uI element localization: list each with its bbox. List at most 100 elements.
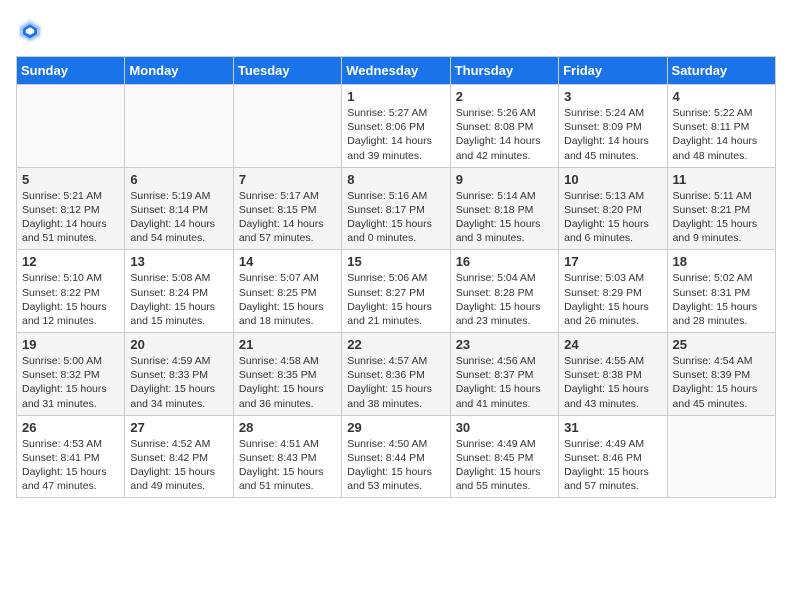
day-number: 28	[239, 420, 336, 435]
day-info: Sunrise: 5:14 AM Sunset: 8:18 PM Dayligh…	[456, 189, 553, 246]
header-saturday: Saturday	[667, 57, 775, 85]
day-info: Sunrise: 4:57 AM Sunset: 8:36 PM Dayligh…	[347, 354, 444, 411]
calendar-cell: 17Sunrise: 5:03 AM Sunset: 8:29 PM Dayli…	[559, 250, 667, 333]
day-number: 2	[456, 89, 553, 104]
day-number: 25	[673, 337, 770, 352]
day-info: Sunrise: 5:13 AM Sunset: 8:20 PM Dayligh…	[564, 189, 661, 246]
calendar-cell: 26 Sunrise: 4:53 AM Sunset: 8:41 PM Dayli…	[17, 415, 125, 498]
day-number: 17	[564, 254, 661, 269]
day-number: 10	[564, 172, 661, 187]
day-number: 19	[22, 337, 119, 352]
logo	[16, 16, 48, 44]
day-info: Sunrise: 5:26 AM Sunset: 8:08 PM Dayligh…	[456, 106, 553, 163]
calendar-cell: 28 Sunrise: 4:51 AM Sunset: 8:43 PM Dayli…	[233, 415, 341, 498]
day-info: Sunrise: 4:59 AM Sunset: 8:33 PM Dayligh…	[130, 354, 227, 411]
day-info: Sunrise: 4:49 AM Sunset: 8:45 PM Dayligh…	[456, 437, 553, 494]
calendar-cell: 29 Sunrise: 4:50 AM Sunset: 8:44 PM Dayli…	[342, 415, 450, 498]
calendar-cell: 9 Sunrise: 5:14 AM Sunset: 8:18 PM Daylig…	[450, 167, 558, 250]
calendar-cell: 3 Sunrise: 5:24 AM Sunset: 8:09 PM Daylig…	[559, 85, 667, 168]
day-info: Sunrise: 4:50 AM Sunset: 8:44 PM Dayligh…	[347, 437, 444, 494]
calendar-cell: 22 Sunrise: 4:57 AM Sunset: 8:36 PM Dayli…	[342, 333, 450, 416]
day-number: 24	[564, 337, 661, 352]
day-number: 21	[239, 337, 336, 352]
day-info: Sunrise: 5:00 AM Sunset: 8:32 PM Dayligh…	[22, 354, 119, 411]
calendar-cell: 24Sunrise: 4:55 AM Sunset: 8:38 PM Dayli…	[559, 333, 667, 416]
day-info: Sunrise: 4:52 AM Sunset: 8:42 PM Dayligh…	[130, 437, 227, 494]
day-info: Sunrise: 5:04 AM Sunset: 8:28 PM Dayligh…	[456, 271, 553, 328]
day-info: Sunrise: 4:49 AM Sunset: 8:46 PM Dayligh…	[564, 437, 661, 494]
day-number: 7	[239, 172, 336, 187]
calendar-cell: 27 Sunrise: 4:52 AM Sunset: 8:42 PM Dayli…	[125, 415, 233, 498]
day-number: 26	[22, 420, 119, 435]
day-number: 4	[673, 89, 770, 104]
day-number: 29	[347, 420, 444, 435]
calendar-cell: 6 Sunrise: 5:19 AM Sunset: 8:14 PM Daylig…	[125, 167, 233, 250]
calendar-body: 1 Sunrise: 5:27 AM Sunset: 8:06 PM Daylig…	[17, 85, 776, 498]
calendar-cell: 7Sunrise: 5:17 AM Sunset: 8:15 PM Daylig…	[233, 167, 341, 250]
calendar-cell: 13Sunrise: 5:08 AM Sunset: 8:24 PM Dayli…	[125, 250, 233, 333]
day-number: 9	[456, 172, 553, 187]
day-number: 1	[347, 89, 444, 104]
day-number: 15	[347, 254, 444, 269]
day-number: 14	[239, 254, 336, 269]
day-info: Sunrise: 4:51 AM Sunset: 8:43 PM Dayligh…	[239, 437, 336, 494]
day-info: Sunrise: 5:22 AM Sunset: 8:11 PM Dayligh…	[673, 106, 770, 163]
day-number: 18	[673, 254, 770, 269]
calendar-cell: 11Sunrise: 5:11 AM Sunset: 8:21 PM Dayli…	[667, 167, 775, 250]
calendar-cell: 21 Sunrise: 4:58 AM Sunset: 8:35 PM Dayli…	[233, 333, 341, 416]
day-info: Sunrise: 5:27 AM Sunset: 8:06 PM Dayligh…	[347, 106, 444, 163]
header-friday: Friday	[559, 57, 667, 85]
calendar-cell: 1 Sunrise: 5:27 AM Sunset: 8:06 PM Daylig…	[342, 85, 450, 168]
calendar-cell: 16 Sunrise: 5:04 AM Sunset: 8:28 PM Dayli…	[450, 250, 558, 333]
calendar-table: SundayMondayTuesdayWednesdayThursdayFrid…	[16, 56, 776, 498]
calendar-cell: 14 Sunrise: 5:07 AM Sunset: 8:25 PM Dayli…	[233, 250, 341, 333]
calendar-cell: 10 Sunrise: 5:13 AM Sunset: 8:20 PM Dayli…	[559, 167, 667, 250]
day-info: Sunrise: 5:21 AM Sunset: 8:12 PM Dayligh…	[22, 189, 119, 246]
calendar-cell	[17, 85, 125, 168]
day-number: 13	[130, 254, 227, 269]
day-info: Sunrise: 5:02 AM Sunset: 8:31 PM Dayligh…	[673, 271, 770, 328]
day-number: 8	[347, 172, 444, 187]
day-number: 31	[564, 420, 661, 435]
header-monday: Monday	[125, 57, 233, 85]
day-number: 22	[347, 337, 444, 352]
day-info: Sunrise: 5:19 AM Sunset: 8:14 PM Dayligh…	[130, 189, 227, 246]
header-sunday: Sunday	[17, 57, 125, 85]
day-info: Sunrise: 4:53 AM Sunset: 8:41 PM Dayligh…	[22, 437, 119, 494]
day-number: 20	[130, 337, 227, 352]
day-info: Sunrise: 5:24 AM Sunset: 8:09 PM Dayligh…	[564, 106, 661, 163]
day-number: 5	[22, 172, 119, 187]
calendar-cell: 4 Sunrise: 5:22 AM Sunset: 8:11 PM Daylig…	[667, 85, 775, 168]
header-wednesday: Wednesday	[342, 57, 450, 85]
calendar-header-row: SundayMondayTuesdayWednesdayThursdayFrid…	[17, 57, 776, 85]
calendar-cell	[667, 415, 775, 498]
calendar-cell	[125, 85, 233, 168]
logo-icon	[16, 16, 44, 44]
header-tuesday: Tuesday	[233, 57, 341, 85]
day-number: 3	[564, 89, 661, 104]
day-info: Sunrise: 5:11 AM Sunset: 8:21 PM Dayligh…	[673, 189, 770, 246]
day-info: Sunrise: 5:07 AM Sunset: 8:25 PM Dayligh…	[239, 271, 336, 328]
calendar-cell: 19 Sunrise: 5:00 AM Sunset: 8:32 PM Dayli…	[17, 333, 125, 416]
day-info: Sunrise: 5:16 AM Sunset: 8:17 PM Dayligh…	[347, 189, 444, 246]
day-info: Sunrise: 4:58 AM Sunset: 8:35 PM Dayligh…	[239, 354, 336, 411]
day-info: Sunrise: 4:54 AM Sunset: 8:39 PM Dayligh…	[673, 354, 770, 411]
calendar-cell: 18 Sunrise: 5:02 AM Sunset: 8:31 PM Dayli…	[667, 250, 775, 333]
calendar-cell: 30Sunrise: 4:49 AM Sunset: 8:45 PM Dayli…	[450, 415, 558, 498]
calendar-cell: 5 Sunrise: 5:21 AM Sunset: 8:12 PM Daylig…	[17, 167, 125, 250]
week-row-5: 26 Sunrise: 4:53 AM Sunset: 8:41 PM Dayli…	[17, 415, 776, 498]
header-thursday: Thursday	[450, 57, 558, 85]
calendar-cell: 15 Sunrise: 5:06 AM Sunset: 8:27 PM Dayli…	[342, 250, 450, 333]
calendar-cell: 20 Sunrise: 4:59 AM Sunset: 8:33 PM Dayli…	[125, 333, 233, 416]
day-info: Sunrise: 4:56 AM Sunset: 8:37 PM Dayligh…	[456, 354, 553, 411]
week-row-2: 5 Sunrise: 5:21 AM Sunset: 8:12 PM Daylig…	[17, 167, 776, 250]
day-number: 16	[456, 254, 553, 269]
day-info: Sunrise: 5:06 AM Sunset: 8:27 PM Dayligh…	[347, 271, 444, 328]
day-number: 23	[456, 337, 553, 352]
day-number: 6	[130, 172, 227, 187]
calendar-cell: 8 Sunrise: 5:16 AM Sunset: 8:17 PM Daylig…	[342, 167, 450, 250]
calendar-cell: 12Sunrise: 5:10 AM Sunset: 8:22 PM Dayli…	[17, 250, 125, 333]
calendar-cell: 23 Sunrise: 4:56 AM Sunset: 8:37 PM Dayli…	[450, 333, 558, 416]
day-number: 27	[130, 420, 227, 435]
day-number: 12	[22, 254, 119, 269]
